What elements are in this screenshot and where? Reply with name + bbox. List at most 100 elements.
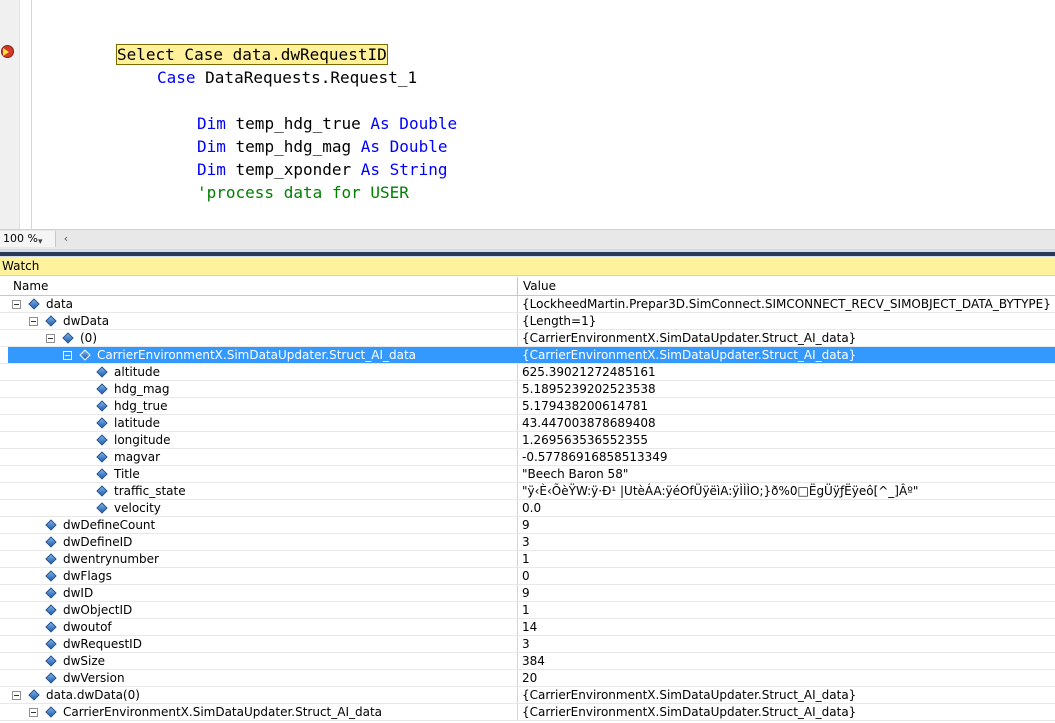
watch-value-cell[interactable]: 20 [517, 670, 1055, 686]
watch-name-cell[interactable]: hdg_mag [8, 381, 517, 397]
watch-value-cell[interactable]: 43.447003878689408 [517, 415, 1055, 431]
watch-name-cell[interactable]: data [8, 296, 517, 312]
watch-value-cell[interactable]: 1 [517, 602, 1055, 618]
watch-value-cell[interactable]: 625.39021272485161 [517, 364, 1055, 380]
column-header-value[interactable]: Value [523, 277, 556, 296]
watch-row[interactable]: dwRequestID 3 [0, 636, 1055, 653]
watch-value-cell[interactable]: 0.0 [517, 500, 1055, 516]
watch-name: longitude [114, 433, 171, 447]
watch-row[interactable]: dwSize 384 [0, 653, 1055, 670]
code-line[interactable]: 'process data for USER [197, 183, 409, 203]
watch-name-cell[interactable]: traffic_state [8, 483, 517, 499]
watch-row[interactable]: dwVersion 20 [0, 670, 1055, 687]
watch-name-cell[interactable]: dwID [8, 585, 517, 601]
watch-value-cell[interactable]: 5.1895239202523538 [517, 381, 1055, 397]
watch-name-cell[interactable]: dwentrynumber [8, 551, 517, 567]
watch-value-cell[interactable]: 14 [517, 619, 1055, 635]
watch-row[interactable]: CarrierEnvironmentX.SimDataUpdater.Struc… [0, 704, 1055, 721]
watch-value-cell[interactable]: 0 [517, 568, 1055, 584]
watch-panel-title[interactable]: Watch [0, 257, 1055, 276]
code-line[interactable]: Dim temp_xponder As String [197, 160, 447, 180]
watch-name-cell[interactable]: latitude [8, 415, 517, 431]
code-line[interactable]: Dim temp_hdg_true As Double [197, 114, 457, 134]
editor-gutter[interactable] [0, 0, 20, 229]
watch-row[interactable]: magvar -0.57786916858513349 [0, 449, 1055, 466]
watch-value-cell[interactable]: {CarrierEnvironmentX.SimDataUpdater.Stru… [517, 330, 1055, 346]
watch-value-cell[interactable]: 9 [517, 517, 1055, 533]
watch-value-cell[interactable]: 1 [517, 551, 1055, 567]
watch-name-cell[interactable]: Title [8, 466, 517, 482]
zoom-dropdown[interactable]: 100 % ▾ [0, 231, 56, 247]
watch-row[interactable]: dwDefineCount 9 [0, 517, 1055, 534]
watch-name-cell[interactable]: dwVersion [8, 670, 517, 686]
watch-name-cell[interactable]: dwData [8, 313, 517, 329]
watch-name-cell[interactable]: data.dwData(0) [8, 687, 517, 703]
watch-value-cell[interactable]: {LockheedMartin.Prepar3D.SimConnect.SIMC… [517, 296, 1055, 312]
watch-row[interactable]: traffic_state "ÿ‹È‹ÕèŸW:ÿ·Ð¹ |UtèÁA:ÿéOfÜ… [0, 483, 1055, 500]
watch-value-cell[interactable]: {CarrierEnvironmentX.SimDataUpdater.Stru… [517, 687, 1055, 703]
watch-value-cell[interactable]: 5.179438200614781 [517, 398, 1055, 414]
watch-row[interactable]: dwentrynumber 1 [0, 551, 1055, 568]
scroll-left-button[interactable]: ‹ [59, 231, 73, 247]
collapse-toggle-icon[interactable] [12, 300, 21, 309]
watch-row[interactable]: dwData {Length=1} [0, 313, 1055, 330]
watch-row[interactable]: dwFlags 0 [0, 568, 1055, 585]
watch-value-cell[interactable]: "ÿ‹È‹ÕèŸW:ÿ·Ð¹ |UtèÁA:ÿéOfÜÿëìA:ÿÌÌÌO;}ð… [517, 483, 1055, 499]
watch-value-cell[interactable]: {Length=1} [517, 313, 1055, 329]
watch-name-cell[interactable]: dwFlags [8, 568, 517, 584]
field-icon [45, 536, 57, 548]
code-line[interactable]: Dim temp_hdg_mag As Double [197, 137, 447, 157]
watch-name-cell[interactable]: dwDefineID [8, 534, 517, 550]
watch-value-cell[interactable]: 384 [517, 653, 1055, 669]
column-resize-handle[interactable] [517, 277, 518, 295]
watch-row[interactable]: longitude 1.269563536552355 [0, 432, 1055, 449]
code-editor[interactable]: Select Case data.dwRequestID Case DataRe… [0, 0, 1055, 229]
code-line[interactable]: Case DataRequests.Request_1 [157, 68, 417, 88]
watch-name-cell[interactable]: dwObjectID [8, 602, 517, 618]
watch-name-cell[interactable]: longitude [8, 432, 517, 448]
watch-name-cell[interactable]: hdg_true [8, 398, 517, 414]
watch-row[interactable]: hdg_true 5.179438200614781 [0, 398, 1055, 415]
watch-name: dwDefineCount [63, 518, 156, 532]
watch-value-cell[interactable]: "Beech Baron 58" [517, 466, 1055, 482]
collapse-toggle-icon[interactable] [12, 691, 21, 700]
watch-row[interactable]: latitude 43.447003878689408 [0, 415, 1055, 432]
collapse-toggle-icon[interactable] [29, 708, 38, 717]
collapse-toggle-icon[interactable] [46, 334, 55, 343]
watch-row[interactable]: velocity 0.0 [0, 500, 1055, 517]
watch-value-cell[interactable]: 1.269563536552355 [517, 432, 1055, 448]
horizontal-scrollbar[interactable] [75, 233, 1053, 245]
watch-row[interactable]: dwDefineID 3 [0, 534, 1055, 551]
watch-name-cell[interactable]: altitude [8, 364, 517, 380]
watch-name-cell[interactable]: (0) [8, 330, 517, 346]
watch-name-cell[interactable]: dwDefineCount [8, 517, 517, 533]
watch-row[interactable]: Title "Beech Baron 58" [0, 466, 1055, 483]
watch-name-cell[interactable]: magvar [8, 449, 517, 465]
watch-name-cell[interactable]: velocity [8, 500, 517, 516]
watch-value-cell[interactable]: {CarrierEnvironmentX.SimDataUpdater.Stru… [517, 704, 1055, 720]
watch-value-cell[interactable]: -0.57786916858513349 [517, 449, 1055, 465]
collapse-toggle-icon[interactable] [29, 317, 38, 326]
watch-row[interactable]: dwID 9 [0, 585, 1055, 602]
watch-row[interactable]: altitude 625.39021272485161 [0, 364, 1055, 381]
current-statement: Select Case data.dwRequestID [116, 44, 388, 65]
watch-value-cell[interactable]: {CarrierEnvironmentX.SimDataUpdater.Stru… [517, 347, 1055, 363]
watch-name-cell[interactable]: CarrierEnvironmentX.SimDataUpdater.Struc… [8, 347, 517, 363]
code-line[interactable]: Select Case data.dwRequestID [116, 44, 388, 65]
watch-name-cell[interactable]: dwoutof [8, 619, 517, 635]
column-header-name[interactable]: Name [13, 277, 48, 296]
watch-value-cell[interactable]: 9 [517, 585, 1055, 601]
watch-row[interactable]: (0) {CarrierEnvironmentX.SimDataUpdater.S… [0, 330, 1055, 347]
watch-row[interactable]: dwObjectID 1 [0, 602, 1055, 619]
watch-row[interactable]: dwoutof 14 [0, 619, 1055, 636]
watch-name-cell[interactable]: dwSize [8, 653, 517, 669]
watch-value-cell[interactable]: 3 [517, 534, 1055, 550]
watch-row[interactable]: data.dwData(0) {CarrierEnvironmentX.SimDa… [0, 687, 1055, 704]
watch-row[interactable]: data {LockheedMartin.Prepar3D.SimConnect.… [0, 296, 1055, 313]
watch-value-cell[interactable]: 3 [517, 636, 1055, 652]
watch-row[interactable]: hdg_mag 5.1895239202523538 [0, 381, 1055, 398]
collapse-toggle-icon[interactable] [63, 351, 72, 360]
watch-row[interactable]: CarrierEnvironmentX.SimDataUpdater.Struc… [0, 347, 1055, 364]
watch-name-cell[interactable]: dwRequestID [8, 636, 517, 652]
watch-name-cell[interactable]: CarrierEnvironmentX.SimDataUpdater.Struc… [8, 704, 517, 720]
